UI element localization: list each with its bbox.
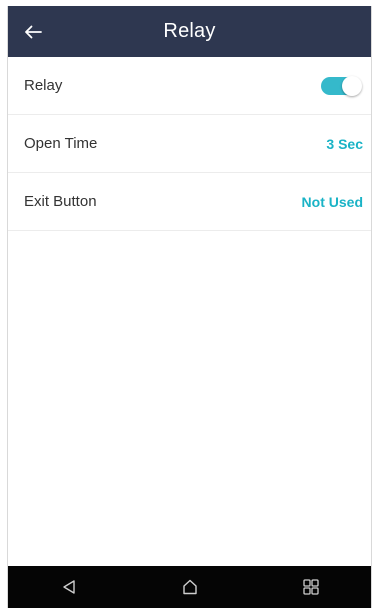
- device-frame-left: [0, 0, 7, 608]
- nav-recent-apps-button[interactable]: [281, 566, 341, 608]
- setting-row-exit-button[interactable]: Exit Button Not Used: [8, 173, 371, 231]
- android-nav-bar: [8, 566, 371, 608]
- toggle-knob: [342, 75, 362, 96]
- triangle-back-icon: [62, 580, 75, 594]
- recent-apps-icon: [302, 579, 319, 595]
- nav-home-button[interactable]: [160, 566, 220, 608]
- setting-value-exit-button: Not Used: [301, 193, 363, 210]
- setting-value-open-time: 3 Sec: [326, 135, 363, 152]
- arrow-left-icon: [25, 25, 42, 39]
- setting-label-exit-button: Exit Button: [24, 193, 97, 210]
- setting-row-relay[interactable]: Relay: [8, 57, 371, 115]
- setting-row-open-time[interactable]: Open Time 3 Sec: [8, 115, 371, 173]
- app-bar: Relay: [8, 6, 371, 57]
- home-icon: [182, 579, 197, 595]
- setting-label-relay: Relay: [24, 77, 63, 94]
- page-title: Relay: [163, 20, 216, 42]
- device: Relay Relay Open Time 3 Sec Exit Button …: [0, 0, 377, 608]
- relay-toggle[interactable]: [321, 75, 362, 96]
- nav-back-button[interactable]: [39, 566, 99, 608]
- settings-list: Relay Open Time 3 Sec Exit Button Not Us…: [8, 57, 371, 231]
- setting-label-open-time: Open Time: [24, 135, 98, 152]
- device-frame-right: [372, 0, 377, 608]
- back-button[interactable]: [16, 15, 50, 49]
- screen: Relay Relay Open Time 3 Sec Exit Button …: [7, 6, 372, 608]
